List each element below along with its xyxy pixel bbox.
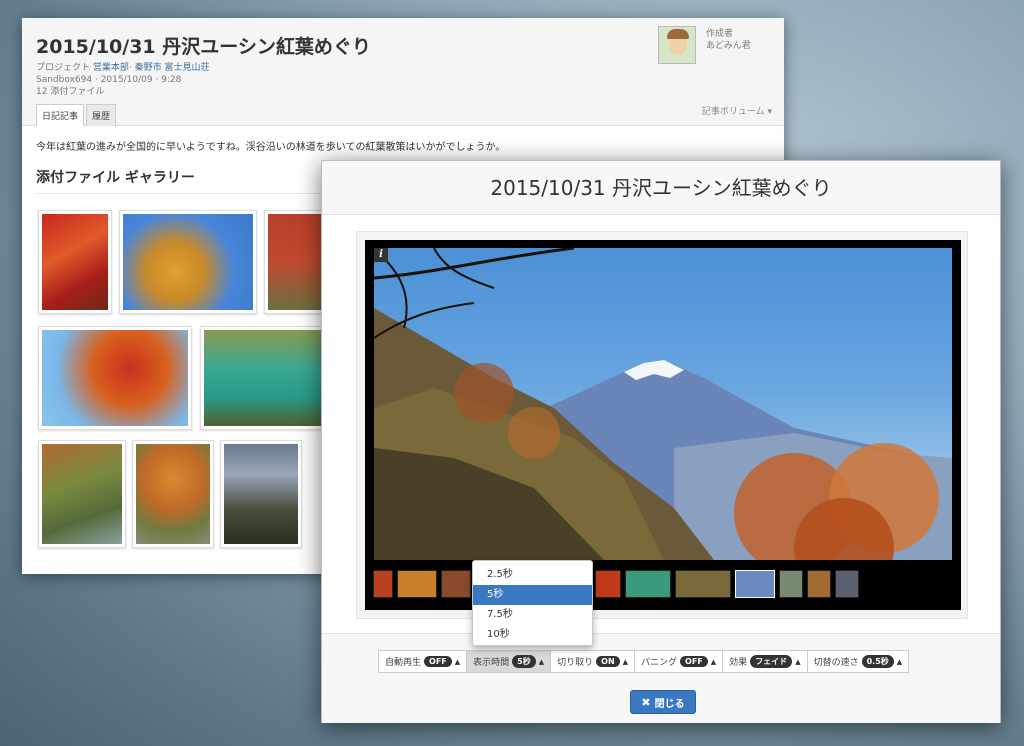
caret-up-icon: ▲ xyxy=(538,657,545,666)
created-info: Sandbox694 · 2015/10/09 · 9:28 xyxy=(36,75,182,85)
strip-thumb[interactable] xyxy=(595,570,621,598)
modal-header: 2015/10/31 丹沢ユーシン紅葉めぐり xyxy=(322,161,1000,215)
strip-thumb[interactable] xyxy=(625,570,671,598)
effect-control[interactable]: 効果 フェイド ▲ xyxy=(723,651,808,672)
caret-up-icon: ▲ xyxy=(896,657,903,666)
tab-diary[interactable]: 日記記事 xyxy=(36,104,85,126)
panning-label: パニング xyxy=(641,658,678,668)
controls-bar: 自動再生 OFF ▲ 表示時間 5秒 ▲ 切り取り ON ▲ パニング OFF ▲ 効果 フェイド… xyxy=(322,633,1000,723)
autoplay-label: 自動再生 xyxy=(385,658,422,668)
slideshow-controls: 自動再生 OFF ▲ 表示時間 5秒 ▲ 切り取り ON ▲ パニング OFF ▲ 効果 フェイド… xyxy=(378,650,910,673)
strip-thumb[interactable] xyxy=(735,570,775,598)
caret-up-icon: ▲ xyxy=(454,657,461,666)
main-photo[interactable] xyxy=(374,248,952,560)
strip-thumb[interactable] xyxy=(441,570,471,598)
image-viewer[interactable]: i xyxy=(365,240,961,610)
autoplay-value: OFF xyxy=(424,656,452,667)
strip-thumb[interactable] xyxy=(675,570,731,598)
crop-value: ON xyxy=(596,656,620,667)
dropdown-option-10s[interactable]: 10秒 xyxy=(473,625,592,645)
dropdown-option-2-5s[interactable]: 2.5秒 xyxy=(473,565,592,585)
strip-thumb[interactable] xyxy=(835,570,859,598)
article-tabs: 日記記事 履歴 xyxy=(36,104,118,126)
author-info: 作成者 あどみん君 xyxy=(706,28,751,52)
effect-value: フェイド xyxy=(750,655,793,668)
effect-label: 効果 xyxy=(729,658,748,668)
volume-menu[interactable]: 記事ボリューム ▾ xyxy=(702,104,772,117)
strip-thumb[interactable] xyxy=(397,570,437,598)
strip-thumb[interactable] xyxy=(373,570,393,598)
gallery-thumb[interactable] xyxy=(119,210,257,314)
avatar[interactable] xyxy=(658,26,696,64)
panning-value: OFF xyxy=(680,656,708,667)
crop-label: 切り取り xyxy=(557,658,594,668)
caret-up-icon: ▲ xyxy=(795,657,801,666)
display-time-control[interactable]: 表示時間 5秒 ▲ xyxy=(467,651,552,672)
tab-history[interactable]: 履歴 xyxy=(86,104,117,126)
slideshow-modal: 2015/10/31 丹沢ユーシン紅葉めぐり i 自動再生 OFF ▲ 表示時間… xyxy=(321,160,1001,723)
article-meta: プロジェクト 営業本部· 秦野市 富士見山荘 Sandbox694 · 2015… xyxy=(36,62,770,98)
gallery-thumb[interactable] xyxy=(38,440,126,548)
display-time-label: 表示時間 xyxy=(473,658,510,668)
modal-title: 2015/10/31 丹沢ユーシン紅葉めぐり xyxy=(490,176,832,200)
gallery-thumb[interactable] xyxy=(38,210,112,314)
gallery-thumb[interactable] xyxy=(132,440,214,548)
info-icon[interactable]: i xyxy=(374,248,388,262)
display-time-value: 5秒 xyxy=(512,655,536,668)
transition-speed-control[interactable]: 切替の速さ 0.5秒 ▲ xyxy=(808,651,909,672)
strip-thumb[interactable] xyxy=(779,570,803,598)
gallery-thumb[interactable] xyxy=(220,440,302,548)
panning-control[interactable]: パニング OFF ▲ xyxy=(635,651,724,672)
transition-speed-value: 0.5秒 xyxy=(861,655,894,668)
attachment-count[interactable]: 12 添付ファイル xyxy=(36,86,770,98)
caret-up-icon: ▲ xyxy=(710,657,717,666)
crop-control[interactable]: 切り取り ON ▲ xyxy=(551,651,636,672)
caret-up-icon: ▲ xyxy=(622,657,629,666)
dropdown-option-5s[interactable]: 5秒 xyxy=(473,585,592,605)
article-lead: 今年は紅葉の進みが全国的に早いようですね。渓谷沿いの林道を歩いての紅葉散策はいか… xyxy=(36,142,506,153)
close-button[interactable]: ✖ 閉じる xyxy=(630,690,696,714)
author-name[interactable]: あどみん君 xyxy=(706,40,751,52)
project-label: プロジェクト xyxy=(36,63,91,73)
close-label: 閉じる xyxy=(654,698,685,710)
viewer-frame: i xyxy=(356,231,968,619)
gallery-thumb[interactable] xyxy=(200,326,326,430)
mountain-landscape-image xyxy=(374,248,952,560)
display-time-dropdown: 2.5秒 5秒 7.5秒 10秒 xyxy=(472,560,593,646)
close-icon: ✖ xyxy=(641,695,651,709)
gallery-thumb[interactable] xyxy=(38,326,192,430)
thumbnail-strip xyxy=(373,570,953,600)
transition-speed-label: 切替の速さ xyxy=(813,658,859,668)
autoplay-control[interactable]: 自動再生 OFF ▲ xyxy=(379,651,468,672)
author-role: 作成者 xyxy=(706,29,734,39)
strip-thumb[interactable] xyxy=(807,570,831,598)
dropdown-option-7-5s[interactable]: 7.5秒 xyxy=(473,605,592,625)
article-header: 2015/10/31 丹沢ユーシン紅葉めぐり プロジェクト 営業本部· 秦野市 … xyxy=(22,18,784,126)
project-links[interactable]: 営業本部· 秦野市 富士見山荘 xyxy=(93,63,210,73)
